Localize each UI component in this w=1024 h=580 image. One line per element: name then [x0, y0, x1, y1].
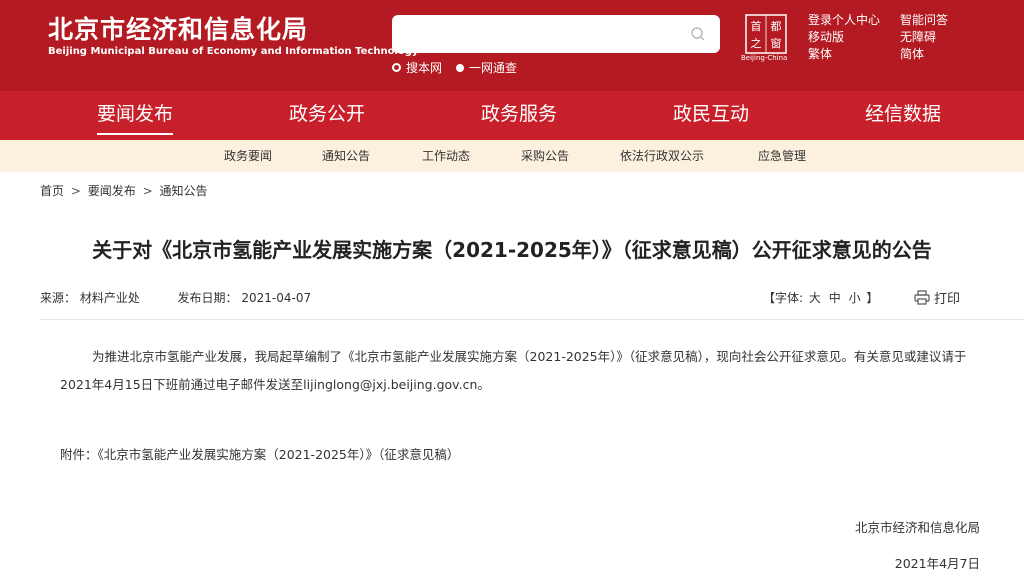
search-input[interactable]: [392, 15, 720, 53]
search-icon[interactable]: [690, 26, 706, 42]
article-title: 关于对《北京市氢能产业发展实施方案（2021-2025年）》（征求意见稿）公开征…: [92, 238, 932, 262]
meta-divider: [40, 319, 1024, 320]
radio-selected-icon: [392, 63, 401, 72]
print-label: 打印: [934, 292, 961, 307]
print-button[interactable]: 打印: [914, 288, 960, 307]
svg-text:窗: 窗: [771, 36, 782, 50]
font-size-control: 【字体: 大 中 小 】: [763, 289, 878, 306]
subnav-item-notices[interactable]: 通知公告: [322, 140, 370, 172]
signature-org: 北京市经济和信息化局: [854, 520, 980, 535]
search-scope-site-label: 搜本网: [406, 61, 443, 75]
nav-item-news[interactable]: 要闻发布: [97, 91, 174, 140]
breadcrumb-separator: >: [142, 184, 153, 198]
mobile-link[interactable]: 移动版: [808, 29, 880, 46]
capital-window-seal-icon[interactable]: 首 都 之 窗: [745, 14, 787, 54]
subnav-item-publicity[interactable]: 依法行政双公示: [620, 140, 704, 172]
breadcrumb-separator: >: [70, 184, 81, 198]
search-scope-options: 搜本网 一网通查: [392, 59, 517, 76]
breadcrumb-home[interactable]: 首页: [40, 184, 64, 198]
svg-text:都: 都: [771, 20, 782, 33]
svg-text:首: 首: [751, 19, 762, 33]
search-scope-site[interactable]: 搜本网: [392, 59, 442, 76]
article-meta: 来源： 材料产业处 发布日期： 2021-04-07: [40, 289, 311, 306]
breadcrumb: 首页 > 要闻发布 > 通知公告: [40, 182, 207, 199]
signature-date: 2021年4月7日: [894, 556, 980, 571]
nav-item-data[interactable]: 经信数据: [865, 91, 941, 140]
top-links-col1: 登录个人中心 移动版 繁体: [808, 12, 880, 63]
subnav-item-emergency[interactable]: 应急管理: [758, 140, 806, 172]
font-size-suffix: 】: [866, 291, 879, 305]
article-paragraph: 为推进北京市氢能产业发展，我局起草编制了《北京市氢能产业发展实施方案（2021-…: [60, 343, 990, 399]
source-value: 材料产业处: [79, 291, 140, 305]
subnav-item-work[interactable]: 工作动态: [422, 140, 470, 172]
radio-unselected-icon: [456, 63, 465, 72]
nav-item-gov-services[interactable]: 政务服务: [481, 91, 557, 140]
subnav-item-gov-news[interactable]: 政务要闻: [224, 140, 272, 172]
simplified-link[interactable]: 简体: [900, 46, 948, 63]
source-label: 来源：: [40, 291, 77, 305]
search-scope-all[interactable]: 一网通查: [456, 59, 517, 76]
subnav-item-procurement[interactable]: 采购公告: [521, 140, 569, 172]
site-logo-title[interactable]: 北京市经济和信息化局: [48, 10, 308, 46]
site-header: 北京市经济和信息化局 Beijing Municipal Bureau of E…: [0, 0, 1024, 91]
traditional-link[interactable]: 繁体: [808, 46, 880, 63]
article-paragraph-text: 为推进北京市氢能产业发展，我局起草编制了《北京市氢能产业发展实施方案（2021-…: [60, 349, 967, 392]
font-size-prefix: 【字体:: [763, 291, 804, 305]
svg-text:之: 之: [751, 36, 762, 50]
smart-qa-link[interactable]: 智能问答: [900, 12, 948, 29]
breadcrumb-notices[interactable]: 通知公告: [159, 184, 207, 198]
printer-icon: [914, 290, 930, 305]
main-nav: 要闻发布 政务公开 政务服务 政民互动 经信数据: [0, 91, 1024, 140]
font-size-large[interactable]: 大: [809, 291, 821, 305]
breadcrumb-news[interactable]: 要闻发布: [88, 184, 136, 198]
accessibility-link[interactable]: 无障碍: [900, 29, 948, 46]
font-size-medium[interactable]: 中: [829, 291, 841, 305]
font-size-small[interactable]: 小: [849, 291, 861, 305]
attachment-link[interactable]: 附件：《北京市氢能产业发展实施方案（2021-2025年）》（征求意见稿）: [60, 444, 459, 463]
date-label: 发布日期：: [177, 291, 238, 305]
nav-item-gov-affairs[interactable]: 政务公开: [289, 91, 365, 140]
nav-item-interaction[interactable]: 政民互动: [673, 91, 749, 140]
site-logo-subtitle: Beijing Municipal Bureau of Economy and …: [48, 46, 419, 57]
date-value: 2021-04-07: [241, 291, 312, 305]
sub-nav: 政务要闻 通知公告 工作动态 采购公告 依法行政双公示 应急管理: [0, 140, 1024, 172]
search-scope-all-label: 一网通查: [469, 61, 518, 75]
top-links-col2: 智能问答 无障碍 简体: [900, 12, 948, 63]
login-link[interactable]: 登录个人中心: [808, 12, 880, 29]
seal-caption: Beijing-China: [741, 54, 788, 62]
